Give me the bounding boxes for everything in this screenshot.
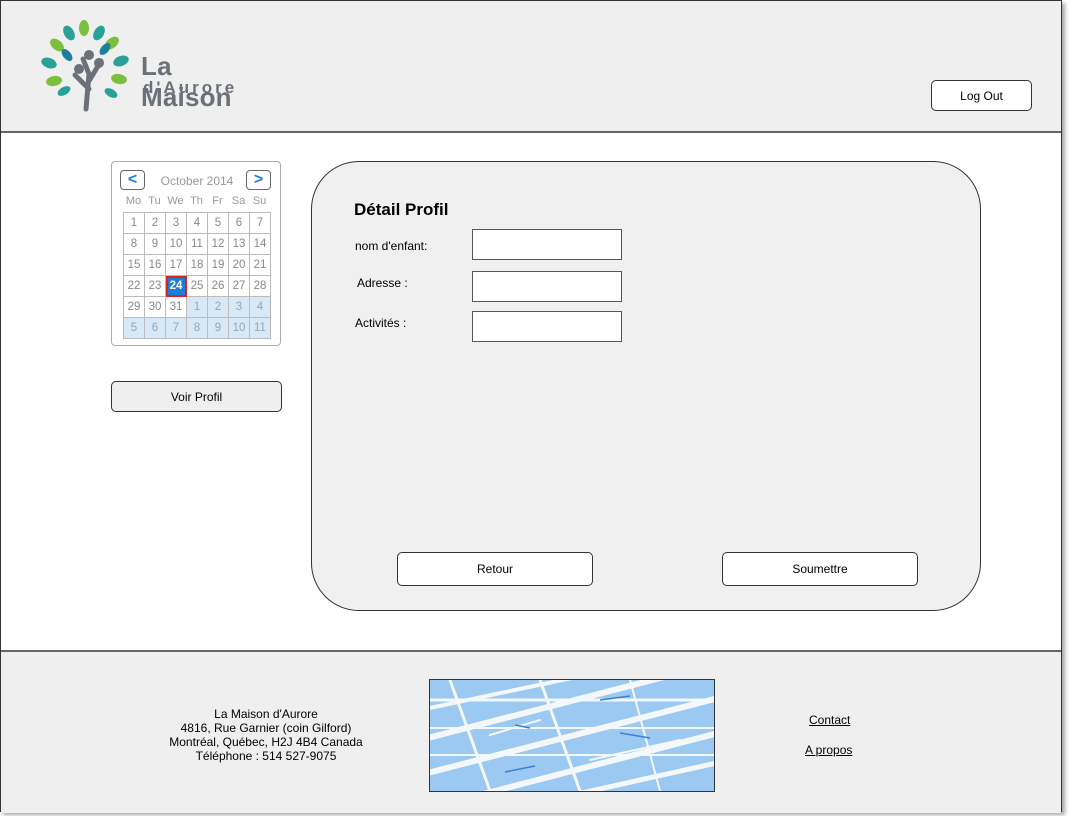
map-image[interactable] [429, 679, 715, 792]
voir-profil-button[interactable]: Voir Profil [111, 381, 282, 412]
calendar-weekday: Mo [125, 195, 142, 207]
calendar-day[interactable]: 25 [187, 276, 208, 297]
retour-button[interactable]: Retour [397, 552, 593, 586]
calendar-day[interactable]: 27 [229, 276, 250, 297]
calendar-day[interactable]: 7 [250, 213, 271, 234]
calendar-day-other-month[interactable]: 7 [166, 318, 187, 339]
calendar-prev-button[interactable]: < [120, 170, 145, 190]
calendar-day[interactable]: 15 [124, 255, 145, 276]
calendar-day[interactable]: 6 [229, 213, 250, 234]
address-line: Téléphone : 514 527-9075 [195, 749, 337, 763]
calendar-day[interactable]: 31 [166, 297, 187, 318]
soumettre-button[interactable]: Soumettre [722, 552, 918, 586]
calendar-day-other-month[interactable]: 3 [229, 297, 250, 318]
calendar-day[interactable]: 16 [145, 255, 166, 276]
logout-button[interactable]: Log Out [931, 80, 1032, 111]
calendar-grid: 1 2 3 4 5 6 7 8 9 10 11 12 13 14 15 16 17 18 19 20 21 22 23 24 2… [123, 212, 271, 339]
nom-enfant-input[interactable] [472, 229, 622, 260]
calendar-day[interactable]: 20 [229, 255, 250, 276]
panel-title: Détail Profil [354, 200, 449, 219]
calendar-day[interactable]: 26 [208, 276, 229, 297]
calendar-weekday: Th [190, 195, 203, 207]
calendar-weekday: We [167, 195, 184, 207]
logo-subtitle: d'Aurore [143, 78, 238, 97]
calendar-day[interactable]: 30 [145, 297, 166, 318]
address-line: Montréal, Québec, H2J 4B4 Canada [169, 735, 363, 749]
calendar-day[interactable]: 9 [145, 234, 166, 255]
calendar-day[interactable]: 12 [208, 234, 229, 255]
address-line: 4816, Rue Garnier (coin Gilford) [180, 721, 352, 735]
calendar-day-other-month[interactable]: 6 [145, 318, 166, 339]
map-icon [430, 680, 714, 791]
calendar-month-label: October 2014 [160, 174, 234, 188]
calendar-day[interactable]: 23 [145, 276, 166, 297]
calendar-day-other-month[interactable]: 2 [208, 297, 229, 318]
calendar-weekday: Sa [231, 195, 246, 207]
app-window: La Maison d'Aurore Log Out < October 201… [0, 0, 1062, 813]
contact-link[interactable]: Contact [809, 713, 850, 727]
activites-label: Activités : [355, 316, 407, 330]
calendar-day-other-month[interactable]: 4 [250, 297, 271, 318]
apropos-link[interactable]: A propos [805, 743, 852, 757]
calendar-day-other-month[interactable]: 10 [229, 318, 250, 339]
calendar-day[interactable]: 18 [187, 255, 208, 276]
nom-enfant-label: nom d'enfant: [355, 239, 428, 253]
calendar-day[interactable]: 28 [250, 276, 271, 297]
calendar-day[interactable]: 10 [166, 234, 187, 255]
calendar-day[interactable]: 5 [208, 213, 229, 234]
calendar-day-other-month[interactable]: 8 [187, 318, 208, 339]
calendar-day[interactable]: 2 [145, 213, 166, 234]
calendar-day[interactable]: 11 [187, 234, 208, 255]
calendar-day[interactable]: 3 [166, 213, 187, 234]
calendar-weekday: Tu [148, 195, 161, 207]
logo: La Maison d'Aurore [39, 19, 269, 114]
calendar-day-other-month[interactable]: 9 [208, 318, 229, 339]
adresse-label: Adresse : [357, 276, 408, 290]
calendar-day[interactable]: 17 [166, 255, 187, 276]
calendar-day-other-month[interactable]: 5 [124, 318, 145, 339]
calendar-day[interactable]: 21 [250, 255, 271, 276]
calendar-weekday-header: Mo Tu We Th Fr Sa Su [123, 195, 270, 207]
calendar: < October 2014 > Mo Tu We Th Fr Sa Su 12345678… [111, 161, 281, 346]
calendar-next-button[interactable]: > [246, 170, 271, 190]
calendar-day[interactable]: 8 [124, 234, 145, 255]
calendar-day-selected[interactable]: 24 [166, 276, 187, 297]
calendar-day[interactable]: 1 [124, 213, 145, 234]
calendar-day[interactable]: 14 [250, 234, 271, 255]
calendar-weekday: Su [252, 195, 267, 207]
calendar-day[interactable]: 22 [124, 276, 145, 297]
calendar-day-other-month[interactable]: 11 [250, 318, 271, 339]
calendar-weekday: Fr [212, 195, 223, 207]
adresse-input[interactable] [472, 271, 622, 302]
footer-address: La Maison d'Aurore 4816, Rue Garnier (co… [161, 707, 371, 763]
address-line: La Maison d'Aurore [214, 707, 318, 721]
calendar-day[interactable]: 19 [208, 255, 229, 276]
tree-logo-icon [41, 20, 129, 112]
header: La Maison d'Aurore Log Out [1, 1, 1061, 133]
calendar-day[interactable]: 4 [187, 213, 208, 234]
calendar-day[interactable]: 29 [124, 297, 145, 318]
activites-input[interactable] [472, 311, 622, 342]
profile-detail-panel: Détail Profil nom d'enfant: Adresse : Ac… [311, 161, 981, 611]
footer: La Maison d'Aurore 4816, Rue Garnier (co… [1, 650, 1061, 813]
calendar-day-other-month[interactable]: 1 [187, 297, 208, 318]
calendar-day[interactable]: 13 [229, 234, 250, 255]
